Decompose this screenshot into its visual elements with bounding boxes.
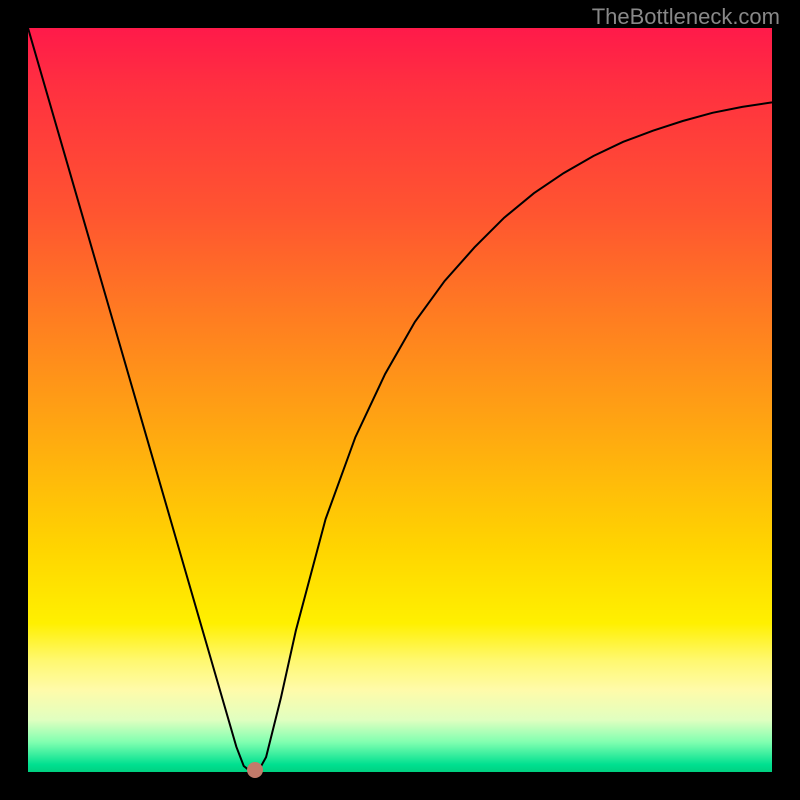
watermark-text: TheBottleneck.com	[592, 4, 780, 30]
optimum-marker	[247, 762, 263, 778]
bottleneck-curve	[28, 28, 772, 772]
curve-overlay	[28, 28, 772, 772]
chart-container: TheBottleneck.com	[0, 0, 800, 800]
